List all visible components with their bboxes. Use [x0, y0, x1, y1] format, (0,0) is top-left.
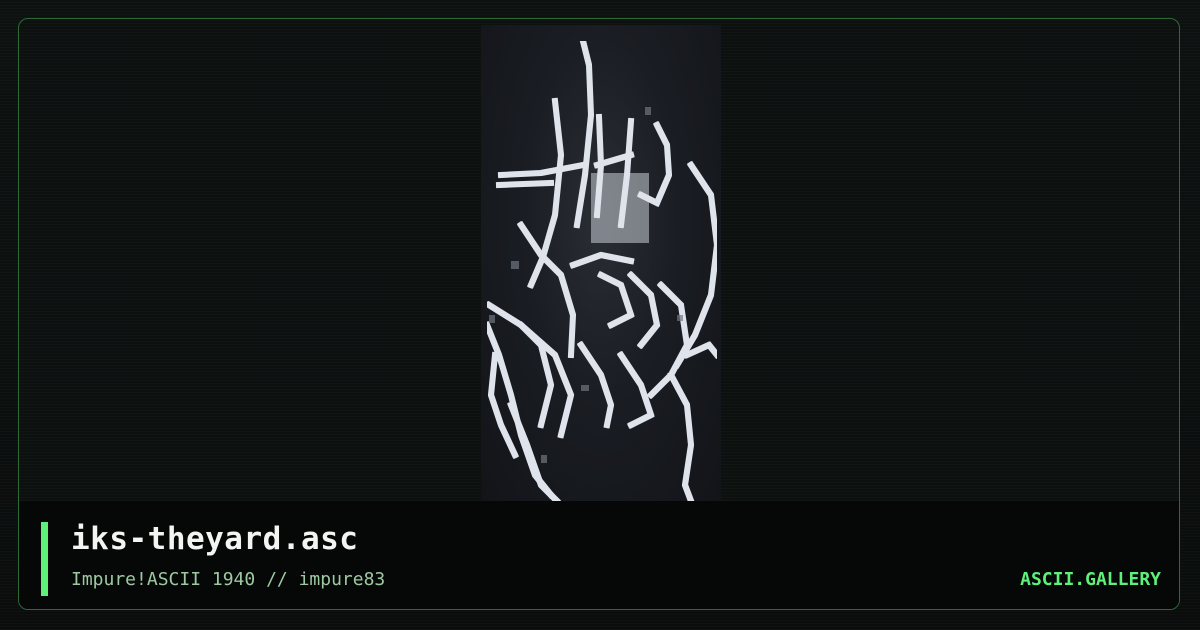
accent-bar [41, 522, 48, 596]
info-bar: iks-theyard.asc Impure!ASCII 1940 // imp… [19, 501, 1179, 609]
card-frame: iks-theyard.asc Impure!ASCII 1940 // imp… [18, 18, 1180, 610]
graffiti-tag-artwork [483, 37, 721, 501]
artwork-subtitle: Impure!ASCII 1940 // impure83 [71, 569, 386, 590]
artwork-title[interactable]: iks-theyard.asc [71, 521, 358, 557]
artwork-panel[interactable] [481, 25, 721, 501]
site-brand-link[interactable]: ASCII.GALLERY [1020, 569, 1161, 590]
